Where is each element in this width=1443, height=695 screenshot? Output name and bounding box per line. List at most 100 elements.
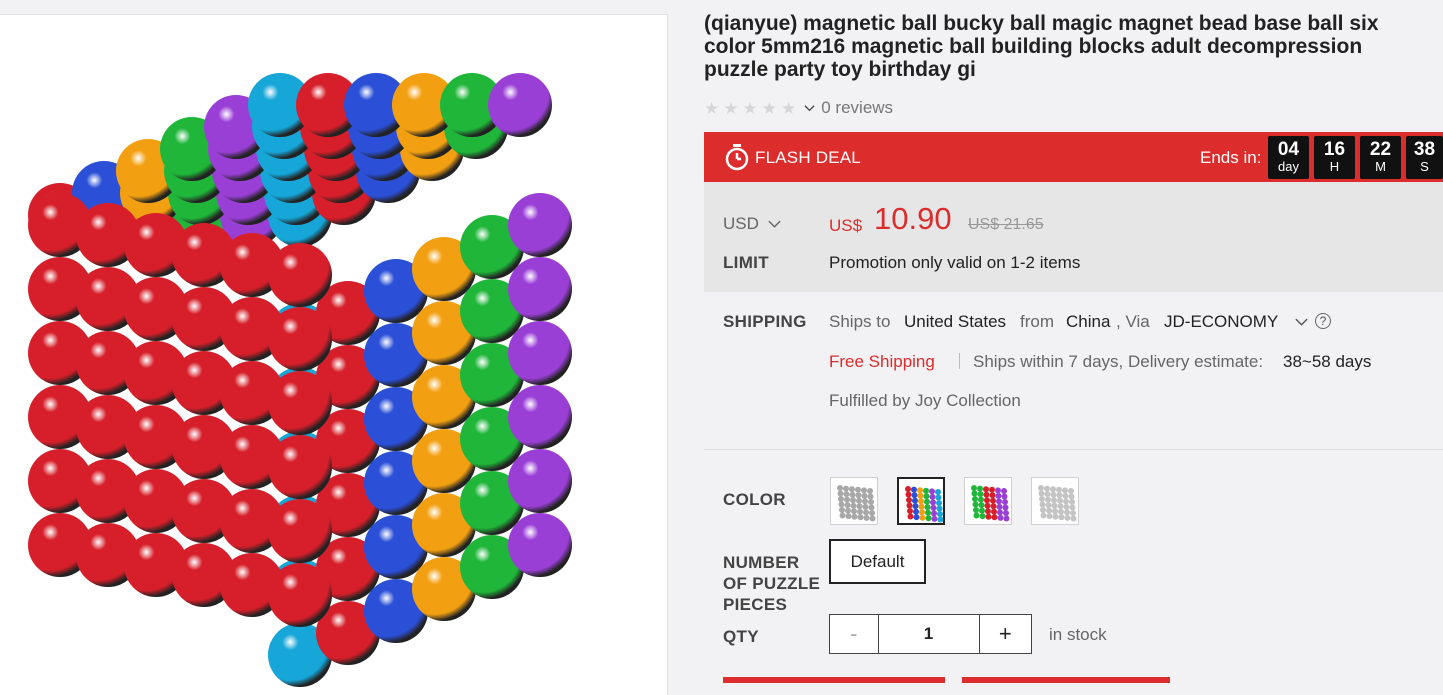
shipping-method[interactable]: JD-ECONOMY [1164, 312, 1278, 332]
color-option-colored-cube[interactable] [964, 477, 1012, 525]
swatch-ball [905, 491, 912, 498]
countdown-minutes: 22 M [1360, 136, 1401, 179]
swatch-ball [924, 498, 930, 505]
from-label: from [1020, 312, 1054, 331]
swatch-ball [1068, 488, 1074, 494]
ships-within-text: Ships within 7 days, Delivery estimate: [973, 352, 1264, 371]
ships-to-destination[interactable]: United States [904, 312, 1006, 332]
swatch-ball [861, 487, 867, 494]
price-currency: US$ [829, 216, 863, 235]
swatch-ball [923, 493, 930, 500]
swatch-ball [979, 507, 985, 514]
original-price: US$ 21.65 [968, 216, 1044, 233]
swatch-ball [917, 492, 924, 499]
color-option-silver-cube[interactable] [1031, 477, 1079, 525]
swatch-ball [1001, 488, 1007, 494]
swatch-ball [1046, 513, 1053, 520]
swatch-ball [931, 515, 938, 522]
chevron-down-icon[interactable] [804, 103, 815, 114]
swatch-ball [1069, 504, 1076, 511]
swatch-ball [929, 488, 935, 495]
swatch-ball [1062, 492, 1069, 499]
countdown-unit: day [1278, 159, 1299, 174]
swatch-ball [919, 514, 926, 521]
swatch-ball [869, 515, 876, 522]
color-option-silver-balls[interactable] [830, 477, 878, 525]
rating-row[interactable]: ★ ★ ★ ★ ★ 0 reviews [704, 98, 893, 118]
currency-label: USD [723, 214, 759, 233]
swatch-ball [983, 491, 990, 498]
swatch-ball [1056, 486, 1062, 493]
reviews-link[interactable]: 0 reviews [821, 98, 893, 118]
magnet-ball [508, 321, 572, 385]
swatch-ball [991, 514, 998, 521]
countdown-unit: M [1375, 159, 1386, 174]
countdown-value: 38 [1413, 139, 1436, 160]
swatch-ball [925, 509, 931, 516]
swatch-ball [929, 493, 936, 500]
qty-input[interactable]: 1 [879, 615, 980, 653]
ends-in-label: Ends in: [1200, 148, 1262, 167]
swatch-ball [867, 488, 873, 494]
swatch-ball [1070, 515, 1077, 522]
stock-status: in stock [1049, 625, 1107, 644]
pieces-label-line: OF PUZZLE [723, 574, 821, 593]
swatch-ball [863, 514, 870, 521]
product-image[interactable] [0, 15, 667, 695]
swatch-ball [843, 491, 850, 498]
swatch-ball [907, 508, 913, 514]
swatch-ball [936, 505, 943, 512]
qty-decrease-button[interactable]: - [830, 615, 879, 653]
swatch-ball [977, 491, 984, 498]
swatch-ball [917, 487, 923, 494]
magnet-ball [508, 257, 572, 321]
chevron-down-icon[interactable] [1294, 318, 1309, 327]
swatch-ball [912, 503, 919, 510]
pieces-option-default[interactable]: Default [829, 539, 926, 584]
buy-now-button[interactable] [723, 677, 945, 683]
chevron-down-icon [767, 220, 781, 228]
ships-from-origin[interactable]: China [1066, 312, 1110, 332]
swatch-ball [997, 514, 1004, 521]
swatch-ball [1003, 510, 1009, 516]
countdown-seconds: 38 S [1406, 136, 1443, 179]
swatch-ball [851, 513, 858, 520]
free-shipping-label: Free Shipping [829, 352, 935, 371]
swatch-ball [1040, 507, 1046, 513]
swatch-ball [995, 487, 1001, 494]
swatch-ball [856, 497, 862, 504]
magnet-ball [268, 243, 332, 307]
countdown-value: 16 [1323, 139, 1346, 160]
swatch-ball [979, 513, 986, 520]
swatch-ball [937, 511, 943, 517]
swatch-ball [1003, 515, 1010, 522]
swatch-ball [1039, 496, 1045, 502]
magnet-ball [508, 385, 572, 449]
quantity-stepper: - 1 + [829, 614, 1032, 654]
star-icon: ★ [723, 98, 739, 118]
swatch-ball [990, 503, 997, 510]
swatch-ball [849, 491, 856, 498]
swatch-ball [1044, 485, 1050, 492]
swatch-ball [918, 498, 924, 505]
magnet-ball [268, 307, 332, 371]
help-icon[interactable]: ? [1315, 313, 1331, 329]
swatch-ball [931, 510, 937, 517]
swatch-ball [1064, 514, 1071, 521]
currency-selector[interactable]: USD [723, 214, 782, 234]
swatch-ball [918, 503, 925, 510]
countdown-unit: H [1329, 159, 1340, 174]
countdown-days: 04 day [1268, 136, 1309, 179]
swatch-ball [1038, 490, 1045, 497]
swatch-ball [919, 509, 925, 516]
color-option-rainbow-balls[interactable] [897, 477, 945, 525]
swatch-ball [1051, 502, 1058, 509]
swatch-ball [996, 503, 1003, 510]
add-to-cart-button[interactable] [962, 677, 1170, 683]
swatch-ball [1045, 496, 1051, 503]
limit-text: Promotion only valid on 1-2 items [829, 253, 1081, 272]
qty-increase-button[interactable]: + [980, 615, 1031, 653]
price-section: USD US$ 10.90 US$ 21.65 LIMIT Promotion … [704, 182, 1443, 292]
countdown-hours: 16 H [1314, 136, 1355, 179]
swatch-ball [930, 499, 936, 506]
